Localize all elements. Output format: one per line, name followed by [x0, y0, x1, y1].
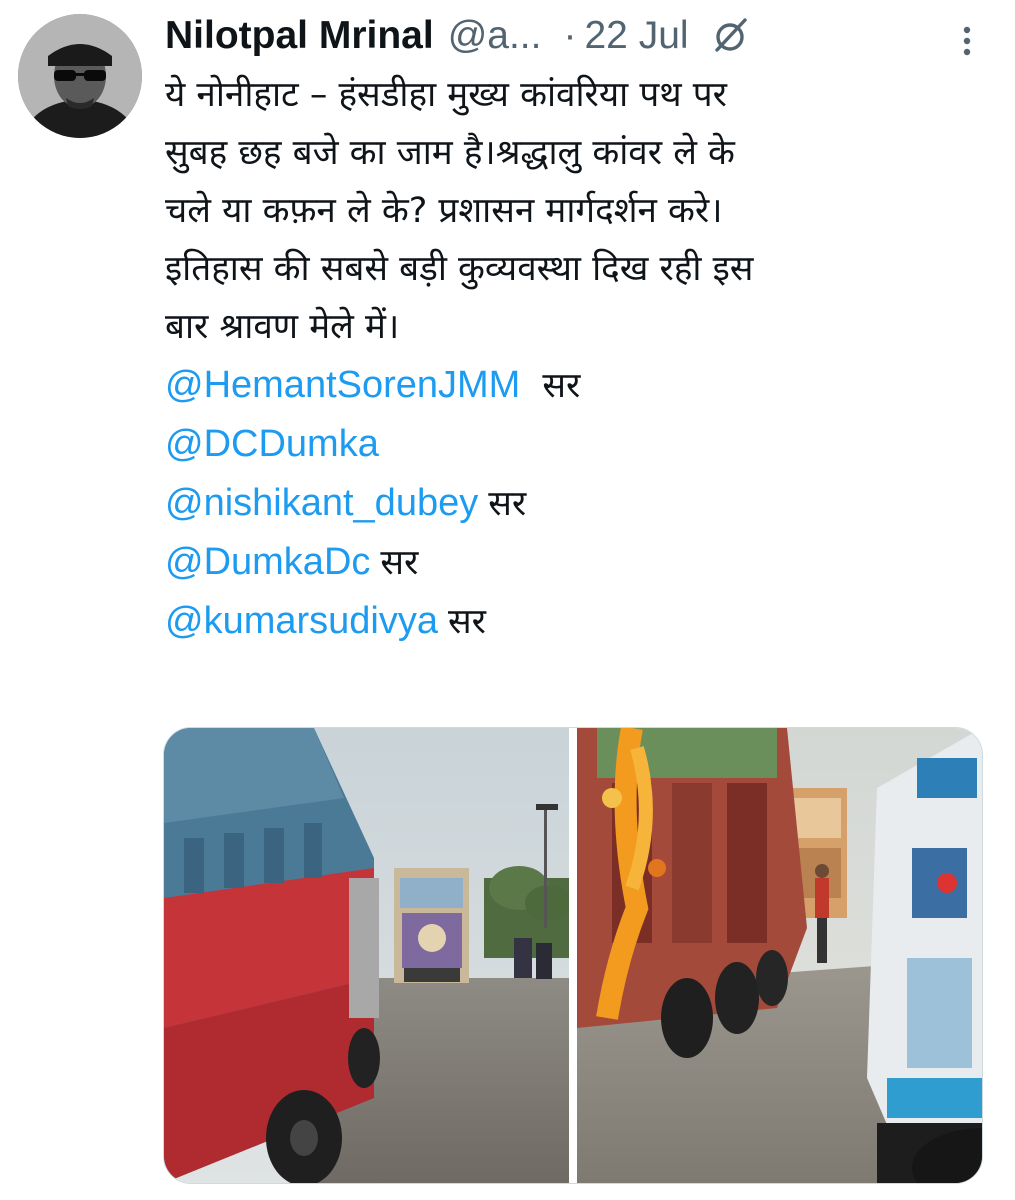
photo-image — [164, 728, 569, 1183]
trucks-road-photo-2[interactable] — [577, 728, 982, 1183]
mention-link[interactable]: @kumarsudivya — [165, 600, 438, 642]
tweet-text-line: ये नोनीहाट – हंसडीहा मुख्य कांवरिया पथ प… — [165, 75, 727, 115]
tweet-text-line: बार श्रावण मेले में। — [165, 307, 400, 347]
mention-line: @DumkaDc सर — [165, 533, 985, 592]
trucks-road-photo-1[interactable] — [164, 728, 569, 1183]
tweet-date[interactable]: 22 Jul — [584, 14, 688, 58]
mention-suffix: सर — [448, 602, 486, 642]
mention-line: @kumarsudivya सर — [165, 592, 985, 651]
media-grid — [163, 727, 983, 1184]
tweet-text-line: इतिहास की सबसे बड़ी कुव्यवस्था दिख रही इ… — [165, 249, 754, 289]
more-options-icon[interactable] — [950, 24, 984, 58]
tweet-text-line: सुबह छह बजे का जाम है।श्रद्धालु कांवर ले… — [165, 133, 735, 173]
grok-icon[interactable] — [711, 16, 751, 56]
mention-suffix: सर — [380, 543, 419, 583]
avatar[interactable] — [18, 14, 142, 138]
mention-link[interactable]: @DumkaDc — [165, 541, 370, 583]
mention-line: @nishikant_dubey सर — [165, 474, 985, 533]
mention-suffix: सर — [488, 484, 527, 524]
mention-line: @DCDumka — [165, 415, 985, 474]
mention-link[interactable]: @DCDumka — [165, 423, 379, 465]
mention-suffix: सर — [542, 366, 581, 406]
tweet-text-line: चले या कफ़न ले के? प्रशासन मार्गदर्शन कर… — [165, 191, 723, 231]
author-display-name[interactable]: Nilotpal Mrinal — [165, 14, 434, 58]
tweet-header: Nilotpal Mrinal @a... · 22 Jul — [165, 8, 995, 64]
mention-link[interactable]: @nishikant_dubey — [165, 482, 478, 524]
photo-image — [577, 728, 982, 1183]
tweet-text: ये नोनीहाट – हंसडीहा मुख्य कांवरिया पथ प… — [165, 66, 985, 651]
header-separator: · — [563, 14, 577, 57]
mention-line: @HemantSorenJMM सर — [165, 356, 985, 415]
author-handle[interactable]: @a... — [448, 14, 542, 58]
mention-link[interactable]: @HemantSorenJMM — [165, 364, 520, 406]
user-avatar-icon — [18, 14, 142, 138]
